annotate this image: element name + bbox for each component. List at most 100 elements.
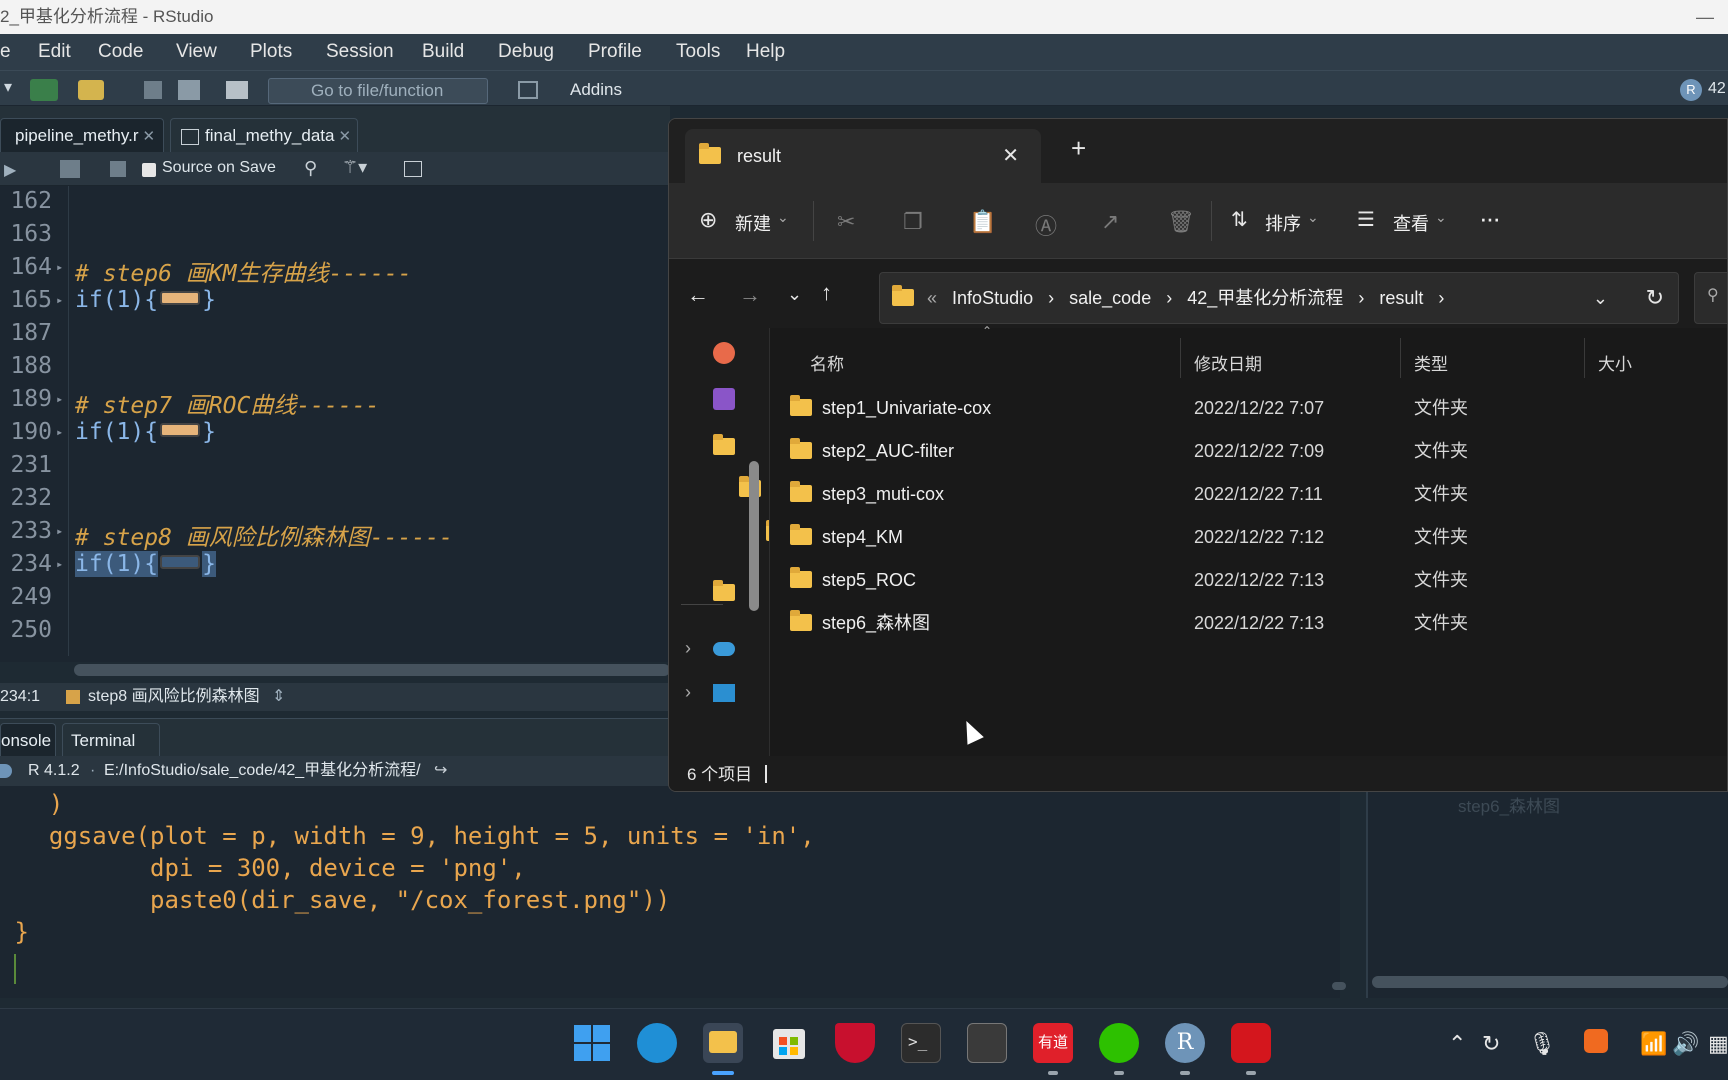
onedrive-icon[interactable] — [713, 642, 735, 656]
magic-wand-icon[interactable]: ⚚▾ — [342, 157, 367, 178]
sogou-ime-icon[interactable] — [1584, 1029, 1608, 1053]
terminal-icon[interactable]: >_ — [901, 1023, 941, 1063]
column-type[interactable]: 类型 — [1414, 350, 1448, 375]
open-folder-icon[interactable] — [78, 80, 104, 100]
cut-icon[interactable]: ✂ — [837, 209, 855, 235]
addins-menu[interactable]: Addins — [570, 78, 622, 102]
editor-horizontal-scrollbar[interactable] — [74, 664, 670, 676]
fold-toggle-icon[interactable]: ▸ — [56, 425, 63, 439]
microphone-icon[interactable]: 🎙 — [1528, 1031, 1556, 1057]
outline-icon[interactable] — [404, 161, 422, 177]
tab-terminal[interactable]: Terminal ✕ — [62, 723, 160, 784]
dropdown-arrow-icon[interactable]: ▾ — [4, 77, 12, 101]
cmd-icon[interactable] — [967, 1023, 1007, 1063]
new-tab-icon[interactable]: + — [1071, 133, 1086, 164]
chevron-down-icon[interactable]: ⌄ — [1435, 209, 1447, 226]
table-row[interactable]: step6_森林图 2022/12/22 7:13 文件夹 — [770, 603, 1710, 643]
r-icon[interactable]: R — [1165, 1023, 1205, 1063]
collapsed-fold-marker[interactable] — [160, 554, 201, 569]
breadcrumb-project[interactable]: 42_甲基化分析流程 — [1187, 288, 1343, 308]
code-comment[interactable]: # step7 画ROC曲线------ — [75, 386, 379, 420]
videos-icon[interactable] — [713, 388, 735, 410]
breadcrumb-sale-code[interactable]: sale_code — [1069, 288, 1151, 308]
menu-session[interactable]: Session — [326, 41, 422, 63]
grid-layout-icon[interactable] — [518, 81, 538, 99]
expand-chevron-icon[interactable]: › — [685, 682, 691, 703]
tab-result[interactable]: result ✕ — [685, 129, 1041, 183]
menu-profile[interactable]: Profile — [588, 41, 676, 63]
menu-help[interactable]: Help — [746, 41, 785, 63]
more-options-button[interactable]: ··· — [1479, 203, 1501, 234]
show-in-window-icon[interactable] — [60, 160, 80, 178]
start-icon[interactable] — [572, 1023, 612, 1063]
refresh-icon[interactable]: ↻ — [1646, 273, 1664, 323]
new-button[interactable]: 新建 — [735, 210, 771, 236]
back-arrow-icon[interactable]: ← — [687, 282, 709, 308]
menu-tools[interactable]: Tools — [676, 41, 746, 63]
share-icon[interactable]: ↗ — [1101, 209, 1119, 235]
rename-icon[interactable]: Ⓐ — [1035, 209, 1057, 241]
search-icon[interactable]: ⚲ — [304, 158, 317, 179]
menu-plots[interactable]: Plots — [250, 41, 326, 63]
breadcrumb-separator-icon[interactable]: › — [1438, 288, 1444, 308]
minimize-button[interactable]: — — [1696, 0, 1714, 34]
menu-edit[interactable]: Edit — [38, 41, 98, 63]
up-arrow-icon[interactable]: ↑ — [821, 280, 832, 306]
wps-icon[interactable] — [1231, 1023, 1271, 1063]
column-name[interactable]: 名称 — [810, 350, 844, 375]
view-button[interactable]: 查看 — [1393, 210, 1429, 236]
music-icon[interactable] — [713, 342, 735, 364]
column-divider[interactable] — [1180, 338, 1181, 378]
section-dropdown-icon[interactable]: ⇕ — [272, 683, 285, 711]
column-divider[interactable] — [1584, 338, 1585, 378]
save-icon[interactable] — [144, 81, 162, 99]
print-icon[interactable] — [226, 81, 248, 99]
folder-icon[interactable] — [713, 434, 735, 456]
file-explorer-icon[interactable] — [703, 1023, 743, 1063]
copy-icon[interactable]: ❐ — [903, 209, 923, 235]
files-pane-item[interactable]: step6_森林图 — [1458, 792, 1560, 817]
view-icon[interactable]: ☰ — [1357, 207, 1375, 232]
goto-file-input[interactable]: Go to file/function — [268, 78, 488, 104]
files-pane-scrollbar[interactable] — [1372, 976, 1728, 988]
new-file-icon[interactable] — [30, 79, 58, 101]
code-comment[interactable]: # step8 画风险比例森林图------ — [75, 518, 453, 552]
section-navigator[interactable]: step8 画风险比例森林图 — [88, 683, 260, 711]
address-dropdown-icon[interactable]: ⌄ — [1593, 273, 1608, 323]
column-divider[interactable] — [1400, 338, 1401, 378]
project-name[interactable]: 42 — [1708, 80, 1726, 98]
nav-pane-scrollbar[interactable] — [749, 461, 759, 611]
recent-locations-icon[interactable]: ⌄ — [787, 284, 802, 305]
breadcrumb-result[interactable]: result — [1379, 288, 1423, 308]
breadcrumb-separator-icon[interactable]: › — [1358, 288, 1364, 308]
sync-icon[interactable]: ↻ — [1482, 1031, 1500, 1057]
delete-icon[interactable]: 🗑 — [1167, 209, 1195, 235]
fold-toggle-icon[interactable]: ▸ — [56, 524, 63, 538]
table-row[interactable]: step4_KM 2022/12/22 7:12 文件夹 — [770, 517, 1710, 557]
breadcrumb-separator-icon[interactable]: › — [1048, 288, 1054, 308]
column-date[interactable]: 修改日期 — [1194, 350, 1262, 375]
tab-final-methy-data[interactable]: final_methy_data ✕ — [170, 118, 358, 152]
code-line[interactable]: if(1){} — [75, 287, 216, 313]
expand-chevron-icon[interactable]: › — [685, 638, 691, 659]
breadcrumb-separator-icon[interactable]: › — [1166, 288, 1172, 308]
fold-toggle-icon[interactable]: ▸ — [56, 260, 63, 274]
column-size[interactable]: 大小 — [1598, 350, 1632, 375]
store-icon[interactable] — [769, 1023, 809, 1063]
fold-toggle-icon[interactable]: ▸ — [56, 392, 63, 406]
folder-icon[interactable] — [713, 580, 735, 602]
project-icon[interactable]: R — [1680, 79, 1702, 101]
show-hidden-icons-icon[interactable]: ⌃ — [1448, 1031, 1466, 1057]
table-row[interactable]: step3_muti-cox 2022/12/22 7:11 文件夹 — [770, 474, 1710, 514]
forward-arrow-icon[interactable]: ▶ — [4, 160, 16, 180]
code-comment[interactable]: # step6 画KM生存曲线------ — [75, 254, 412, 288]
forward-arrow-icon[interactable]: → — [739, 282, 761, 308]
breadcrumb-overflow[interactable]: « — [927, 288, 937, 308]
paste-icon[interactable]: 📋 — [969, 209, 996, 235]
wechat-icon[interactable] — [1099, 1023, 1139, 1063]
tab-pipeline-methy[interactable]: pipeline_methy.r ✕ — [0, 118, 164, 152]
table-row[interactable]: step5_ROC 2022/12/22 7:13 文件夹 — [770, 560, 1710, 600]
menu-code[interactable]: Code — [98, 41, 176, 63]
breadcrumb-infostudio[interactable]: InfoStudio — [952, 288, 1033, 308]
table-row[interactable]: step1_Univariate-cox 2022/12/22 7:07 文件夹 — [770, 388, 1710, 428]
